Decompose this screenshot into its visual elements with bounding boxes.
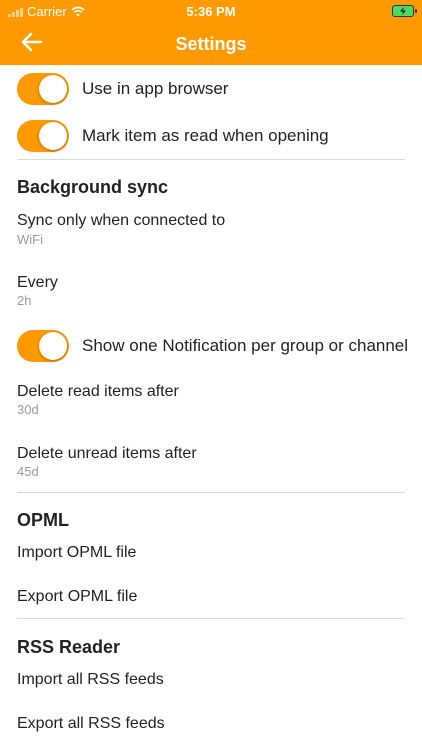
divider [17,492,405,493]
import-rss-label: Import all RSS feeds [17,671,164,688]
nav-bar: Settings [0,22,422,65]
use-in-app-browser-label: Use in app browser [82,79,229,98]
toggle-knob [39,122,67,150]
notification-per-group-label: Show one Notification per group or chann… [82,336,409,355]
sync-interval-value: 2h [17,293,32,308]
export-rss-label: Export all RSS feeds [17,715,165,732]
sync-interval-label: Every [17,274,58,291]
divider [17,618,405,619]
divider [17,159,405,160]
delete-read-value: 30d [17,402,39,417]
notification-per-group-toggle[interactable] [17,330,69,362]
use-in-app-browser-toggle[interactable] [17,73,69,105]
mark-read-label: Mark item as read when opening [82,126,329,145]
battery-charging-icon [392,5,417,17]
mark-read-toggle[interactable] [17,120,69,152]
sync-interval-row[interactable] [0,267,422,315]
section-title-opml: OPML [17,510,69,530]
toggle-knob [39,332,67,360]
app-header: Carrier 5:36 PM Settings [0,0,422,65]
sync-when-connected-label: Sync only when connected to [17,212,226,229]
import-opml-label: Import OPML file [17,544,137,561]
toggle-knob [39,75,67,103]
export-opml-label: Export OPML file [17,588,138,605]
delete-read-label: Delete read items after [17,383,179,400]
status-bar: Carrier 5:36 PM [0,0,422,22]
section-title-rss-reader: RSS Reader [17,637,121,657]
delete-unread-value: 45d [17,464,39,479]
sync-when-connected-value: WiFi [17,232,43,247]
delete-unread-label: Delete unread items after [17,445,197,462]
page-title: Settings [175,34,247,54]
status-time: 5:36 PM [186,4,236,19]
section-title-background-sync: Background sync [17,177,169,197]
